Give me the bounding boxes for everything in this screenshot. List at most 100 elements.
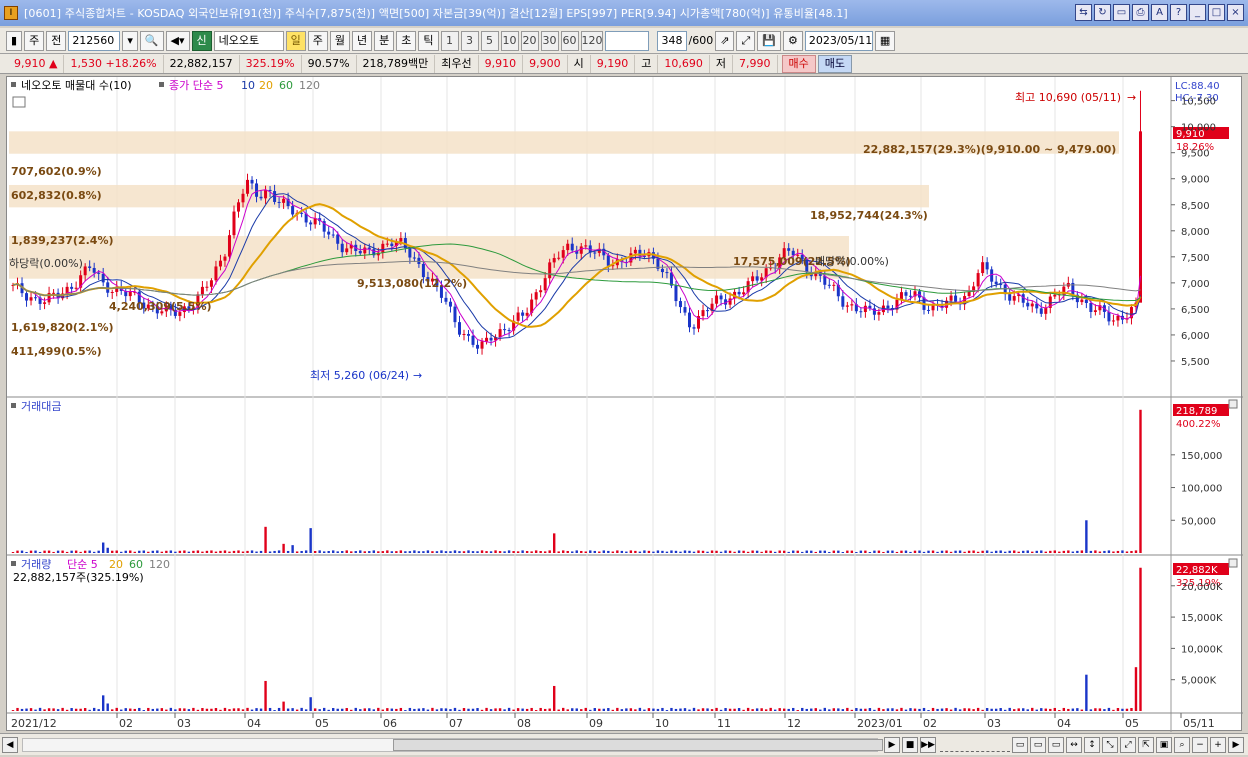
volume-bar xyxy=(327,709,330,711)
volume-bar xyxy=(1053,707,1057,711)
save-icon[interactable]: 💾 xyxy=(757,30,781,51)
interval-1[interactable]: 1 xyxy=(440,30,459,51)
volume-bar xyxy=(571,708,574,711)
interval-3[interactable]: 3 xyxy=(460,30,479,51)
amount-bar xyxy=(792,550,795,553)
amount-bar xyxy=(38,551,42,553)
buy-button[interactable]: 매수 xyxy=(781,54,816,73)
amount-bar xyxy=(435,551,439,553)
scroll-thumb[interactable] xyxy=(393,738,883,751)
volume-bar xyxy=(241,709,245,711)
count-input[interactable]: 348 xyxy=(656,30,687,51)
play-icon[interactable]: ▶ xyxy=(884,736,900,753)
arrow-tool-icon[interactable]: ⇗ xyxy=(715,30,735,51)
period-day[interactable]: 일 xyxy=(285,30,306,51)
window-icon[interactable]: ▭ xyxy=(1113,4,1130,21)
stop-icon[interactable]: ■ xyxy=(902,736,918,753)
scroll-left-icon[interactable]: ◀ xyxy=(2,736,18,753)
period-tick[interactable]: 틱 xyxy=(418,30,439,51)
zoom-icon[interactable]: ⌕ xyxy=(1174,736,1190,753)
mode-select[interactable]: 주 xyxy=(24,30,45,51)
stock-name-field[interactable]: 네오오토 xyxy=(213,30,284,51)
amount-bar xyxy=(647,550,651,553)
gear-icon[interactable]: ⚙ xyxy=(782,30,803,51)
grid-table-icon[interactable] xyxy=(12,96,26,108)
period-month[interactable]: 월 xyxy=(329,30,351,51)
candle-body xyxy=(579,246,583,254)
candle-body xyxy=(97,272,101,274)
chart-area[interactable]: 네오오토 매물대 수(10) 종가 단순 5 10 20 60 120 LC:8… xyxy=(6,76,1243,732)
zoom-in-icon[interactable]: + xyxy=(1210,736,1226,753)
volume-bar xyxy=(927,710,930,711)
period-minute[interactable]: 분 xyxy=(374,30,395,51)
interval-30[interactable]: 30 xyxy=(540,30,559,51)
tool-icon-9[interactable]: ▣ xyxy=(1156,736,1172,753)
period-week[interactable]: 주 xyxy=(307,30,328,51)
volume-bar xyxy=(918,708,921,711)
close-panel-icon[interactable] xyxy=(1228,558,1238,568)
amount-bar xyxy=(413,550,416,553)
amount-bar xyxy=(43,550,46,553)
scroll-track[interactable] xyxy=(22,737,883,752)
x-tick-label: 12 xyxy=(787,717,801,730)
calendar-icon[interactable]: ▦ xyxy=(874,30,896,51)
tool-icon-6[interactable]: ⤡ xyxy=(1102,736,1118,753)
link-icon[interactable]: ⇆ xyxy=(1075,4,1092,21)
volume-bar xyxy=(814,708,817,711)
scope-button[interactable]: 전 xyxy=(46,30,67,51)
tool-icon-2[interactable]: ▭ xyxy=(1030,736,1046,753)
interval-120[interactable]: 120 xyxy=(580,30,603,51)
amount-bar xyxy=(174,551,177,553)
font-icon[interactable]: A xyxy=(1151,4,1168,21)
amount-bar xyxy=(1067,550,1070,553)
print-icon[interactable]: ⎙ xyxy=(1132,4,1149,21)
tool-icon-1[interactable]: ▭ xyxy=(1012,736,1028,753)
fast-forward-icon[interactable]: ▶▶ xyxy=(920,736,936,753)
amount-bar xyxy=(783,550,786,553)
volume-bar xyxy=(16,707,19,711)
candle-body xyxy=(444,297,448,302)
sell-button[interactable]: 매도 xyxy=(817,54,853,73)
amount-bar xyxy=(1044,551,1047,553)
tool-icon-8[interactable]: ⇱ xyxy=(1138,736,1154,753)
sound-icon[interactable]: ◀▾ xyxy=(165,30,190,51)
interval-20[interactable]: 20 xyxy=(520,30,539,51)
amount-bar xyxy=(552,533,556,553)
date-input[interactable]: 2023/05/11 xyxy=(804,30,873,51)
candle-body xyxy=(218,260,222,267)
zoom-slider[interactable] xyxy=(940,738,1010,752)
interval-input[interactable] xyxy=(604,30,649,51)
compare-icon[interactable]: ⤢ xyxy=(736,30,756,51)
volume-bar xyxy=(1134,667,1138,711)
zoom-out-icon[interactable]: − xyxy=(1192,736,1208,753)
scroll-right-icon[interactable]: ▶ xyxy=(1228,736,1244,753)
close-button[interactable]: × xyxy=(1227,4,1244,21)
close-panel-icon[interactable] xyxy=(1228,399,1238,409)
minimize-button[interactable]: _ xyxy=(1189,4,1206,21)
period-year[interactable]: 년 xyxy=(352,30,373,51)
interval-60[interactable]: 60 xyxy=(560,30,579,51)
candle-body xyxy=(241,193,245,203)
tool-icon-4[interactable]: ↔ xyxy=(1066,736,1082,753)
maximize-button[interactable]: □ xyxy=(1208,4,1225,21)
stock-code-input[interactable]: 212560 xyxy=(68,30,121,51)
period-second[interactable]: 초 xyxy=(396,30,417,51)
search-icon[interactable]: 🔍 xyxy=(139,30,164,51)
amount-bar xyxy=(336,551,339,553)
volume-bar xyxy=(1040,708,1043,711)
tool-icon-7[interactable]: ⤢ xyxy=(1120,736,1136,753)
code-dropdown-icon[interactable]: ▾ xyxy=(122,30,138,51)
amount-bar xyxy=(147,551,150,553)
tool-icon-5[interactable]: ↕ xyxy=(1084,736,1100,753)
candle-body xyxy=(845,305,849,307)
volume-bar xyxy=(904,709,908,711)
chart-tool-icon[interactable]: ▮ xyxy=(6,30,23,51)
help-icon[interactable]: ? xyxy=(1170,4,1187,21)
tool-icon-3[interactable]: ▭ xyxy=(1048,736,1064,753)
candle-body xyxy=(214,266,218,281)
amount-bar xyxy=(29,550,33,553)
interval-5[interactable]: 5 xyxy=(480,30,499,51)
refresh-icon[interactable]: ↻ xyxy=(1094,4,1111,21)
left-label-4: 하당락(0.00%) xyxy=(9,256,83,270)
interval-10[interactable]: 10 xyxy=(500,30,519,51)
